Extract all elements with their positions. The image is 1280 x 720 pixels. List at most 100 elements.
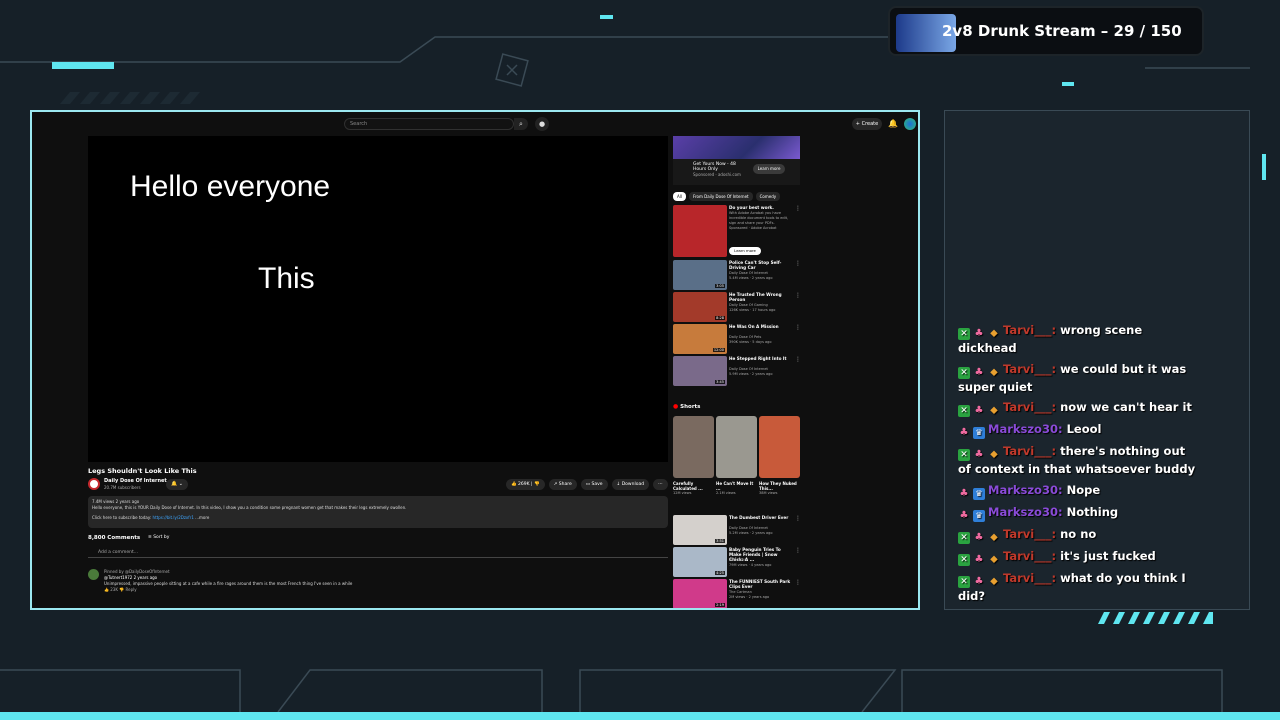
like-button[interactable]: 👍 269K | 👎	[506, 479, 545, 490]
subscribe-bell-button[interactable]: 🔔 ⌄	[166, 479, 188, 490]
recommendation-title[interactable]: The Dumbest Driver Ever	[729, 515, 793, 520]
ad-banner-image[interactable]	[673, 136, 800, 159]
short-item[interactable]: How They Nuked This... 38M views	[759, 416, 800, 495]
download-button[interactable]: ↓ Download	[611, 479, 650, 490]
pink-badge-icon: ♣	[974, 575, 984, 587]
avatar[interactable]	[904, 118, 916, 130]
chip-from-channel[interactable]: From Daily Dose Of Internet	[688, 192, 753, 201]
green-badge-icon: ✕	[958, 575, 970, 588]
short-title[interactable]: How They Nuked This...	[759, 481, 800, 491]
recommendation-stats: 390K views · 5 days ago	[729, 340, 772, 344]
share-button[interactable]: ↗ Share	[548, 479, 577, 490]
chat-message: ✕ ♣ ⬥ Tarvi___: no no	[958, 526, 1198, 544]
description-more[interactable]: ...more	[195, 515, 209, 520]
blue-badge-icon: ♛	[973, 509, 985, 522]
comments-count: 8,800 Comments	[88, 535, 141, 541]
comment-avatar[interactable]	[88, 569, 99, 580]
comment-reply[interactable]: Reply	[126, 587, 137, 592]
green-badge-icon: ✕	[958, 328, 970, 340]
recommendation-title[interactable]: He Stepped Right Into It	[729, 356, 793, 361]
short-item[interactable]: He Can't Move It ... 2.1M views	[716, 416, 757, 495]
chat-username[interactable]: Tarvi___:	[1003, 362, 1056, 376]
ad-learn-more-small-button[interactable]: Learn more	[729, 247, 761, 255]
recommendation-item[interactable]: The FUNNIEST South Park Clips Ever The Ca…	[673, 579, 801, 608]
chat-username[interactable]: Markszo30:	[988, 483, 1063, 497]
channel-name[interactable]: Daily Dose Of Internet	[104, 478, 167, 484]
video-duration: 4:25	[715, 571, 725, 575]
chat-message: ✕ ♣ ⬥ Tarvi___: now we can't hear it	[958, 399, 1198, 417]
chat-username[interactable]: Tarvi___:	[1003, 400, 1056, 414]
more-options-icon[interactable]: ⋮	[795, 356, 801, 363]
recommendation-item[interactable]: The Dumbest Driver Ever Daily Dose Of Int…	[673, 515, 801, 545]
recommendation-item[interactable]: Do your best work. With Adobe Acrobat you…	[673, 205, 801, 257]
description-link[interactable]: https://bit.ly/2Dzxfr1	[153, 515, 194, 520]
recommendation-thumbnail[interactable]	[673, 205, 727, 257]
add-comment-input[interactable]: Add a comment...	[88, 550, 668, 558]
short-item[interactable]: Carefully Calculated ... 12M views	[673, 416, 714, 495]
recommendation-stats: 126K views · 17 hours ago	[729, 308, 776, 312]
green-badge-icon: ✕	[958, 405, 970, 417]
short-thumbnail[interactable]	[759, 416, 800, 478]
recommendation-item[interactable]: He Was On A Mission Daily Dose Of Pets 390…	[673, 324, 801, 354]
recommendation-item[interactable]: Baby Penguin Tries To Make Friends | Sno…	[673, 547, 801, 577]
share-label: Share	[558, 482, 572, 487]
notification-bell-icon[interactable]: 🔔	[888, 118, 898, 130]
more-options-icon[interactable]: ⋮	[795, 260, 801, 267]
ad-learn-more-button[interactable]: Learn more	[753, 164, 785, 174]
chat-username[interactable]: Markszo30:	[988, 505, 1063, 519]
accent-bar-bottom	[0, 712, 1280, 720]
recommendation-stats: Sponsored · Adobe Acrobat	[729, 226, 777, 230]
search-icon[interactable]: ⌕	[514, 118, 528, 130]
chat-username[interactable]: Tarvi___:	[1003, 549, 1056, 563]
chip-all[interactable]: All	[673, 192, 686, 201]
recommendation-title[interactable]: Do your best work.	[729, 205, 793, 210]
recommendation-item[interactable]: He Stepped Right Into It Daily Dose Of In…	[673, 356, 801, 386]
chat-username[interactable]: Tarvi___:	[1003, 323, 1056, 337]
green-badge-icon: ✕	[958, 449, 970, 461]
accent-dot-top	[600, 15, 613, 19]
recommendation-item[interactable]: He Trusted The Wrong Person Daily Dose Of…	[673, 292, 801, 322]
recommendation-title[interactable]: He Trusted The Wrong Person	[729, 292, 793, 302]
search-input[interactable]: Search	[344, 118, 514, 130]
more-options-icon[interactable]: ⋮	[795, 205, 801, 212]
green-badge-icon: ✕	[958, 531, 970, 544]
more-actions-button[interactable]: ⋯	[653, 479, 668, 490]
short-views: 2.1M views	[716, 491, 736, 495]
more-options-icon[interactable]: ⋮	[795, 579, 801, 586]
recommendation-title[interactable]: Police Can't Stop Self-Driving Car	[729, 260, 793, 270]
recommendation-stats: 5.9M views · 2 years ago	[729, 372, 773, 376]
save-label: Save	[591, 482, 603, 487]
recommendation-item[interactable]: Police Can't Stop Self-Driving Car Daily …	[673, 260, 801, 290]
short-title[interactable]: He Can't Move It ...	[716, 481, 757, 491]
video-player[interactable]: Hello everyone This	[88, 136, 668, 462]
recommendation-meta: Daily Dose Of Gaming 126K views · 17 hour…	[729, 303, 793, 313]
recommendation-meta: Daily Dose Of Internet 5.4M views · 2 yea…	[729, 271, 793, 281]
chat-username[interactable]: Tarvi___:	[1003, 527, 1056, 541]
recommendation-title[interactable]: The FUNNIEST South Park Clips Ever	[729, 579, 793, 589]
more-options-icon[interactable]: ⋮	[795, 515, 801, 522]
more-options-icon[interactable]: ⋮	[795, 547, 801, 554]
more-options-icon[interactable]: ⋮	[795, 324, 801, 331]
chat-message: ♣ ♛ Markszo30: Nothing	[958, 504, 1198, 522]
channel-avatar[interactable]	[88, 478, 100, 490]
short-title[interactable]: Carefully Calculated ...	[673, 481, 714, 491]
sort-by-button[interactable]: ≡ Sort by	[148, 535, 169, 540]
video-duration: 3:05	[715, 284, 725, 288]
gold-badge-icon: ⬥	[990, 553, 998, 565]
chat-username[interactable]: Tarvi___:	[1003, 444, 1056, 458]
create-button[interactable]: + Create	[852, 118, 882, 130]
video-caption-line2: This	[258, 262, 315, 295]
chat-message: ♣ ♛ Markszo30: Nope	[958, 482, 1198, 500]
chat-message: ✕ ♣ ⬥ Tarvi___: we could but it was super q…	[958, 361, 1198, 396]
more-options-icon[interactable]: ⋮	[795, 292, 801, 299]
recommendation-title[interactable]: He Was On A Mission	[729, 324, 793, 329]
mic-icon[interactable]: ●	[535, 117, 549, 131]
chat-username[interactable]: Markszo30:	[988, 422, 1063, 436]
short-thumbnail[interactable]	[716, 416, 757, 478]
video-description[interactable]: 7.4M views 2 years ago Hello everyone, t…	[88, 496, 668, 528]
chip-comedy[interactable]: Comedy	[755, 192, 781, 201]
save-button[interactable]: ▭ Save	[580, 479, 608, 490]
short-thumbnail[interactable]	[673, 416, 714, 478]
chat-username[interactable]: Tarvi___:	[1003, 571, 1056, 585]
gold-badge-icon: ⬥	[990, 575, 998, 587]
